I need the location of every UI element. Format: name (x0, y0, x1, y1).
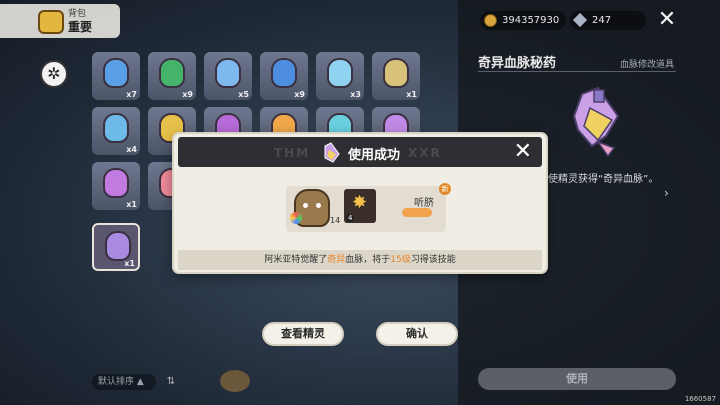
inventory-slot[interactable]: x4 (92, 107, 140, 155)
potion-icon (271, 58, 297, 88)
inventory-slot[interactable]: x7 (92, 52, 140, 100)
skill-level: 4 (346, 214, 355, 222)
category-label: 重要 (68, 20, 93, 34)
message-text: 阿米亚特觉醒了 (264, 255, 328, 265)
message-text: 习得该技能 (410, 255, 456, 265)
pet-card: 14 ✸ 4 听脐 (286, 186, 446, 232)
message-highlight: 奇异 (327, 255, 346, 265)
potion-icon (103, 58, 129, 88)
gem-icon (572, 12, 588, 28)
inventory-slot[interactable]: x1 (372, 52, 420, 100)
item-title: 奇异血脉秘药 (478, 56, 557, 71)
coin-counter: 394357930 (480, 11, 566, 30)
pet-eye (316, 203, 321, 208)
pet-eye (303, 203, 308, 208)
potion-icon (159, 58, 185, 88)
item-count: x9 (182, 90, 193, 99)
skill-type-tag (402, 208, 432, 217)
item-count: x7 (126, 90, 137, 99)
coin-amount: 394357930 (502, 15, 560, 26)
gem-amount: 247 (592, 15, 612, 26)
backpack-icon (38, 10, 64, 34)
potion-icon (103, 113, 129, 143)
chevron-right-icon[interactable]: › (664, 186, 669, 200)
dialog-title: 使用成功 (348, 148, 401, 163)
message-text: 血脉，将于 (345, 255, 391, 265)
inventory-slot[interactable]: x5 (204, 52, 252, 100)
potion-icon (327, 58, 353, 88)
confirm-button[interactable]: 确认 (376, 322, 458, 346)
new-badge: 新 (439, 183, 451, 195)
element-icon (290, 212, 302, 224)
inventory-slot[interactable]: x9 (260, 52, 308, 100)
inventory-slot[interactable]: x1 (92, 162, 140, 210)
sort-order-icon[interactable]: ⇅ (162, 374, 180, 390)
potion-icon (215, 58, 241, 88)
potion-image (572, 86, 620, 158)
item-count: x1 (406, 90, 417, 99)
item-category: 血脉修改道具 (620, 60, 675, 70)
item-count: x3 (350, 90, 361, 99)
potion-icon (105, 231, 131, 261)
potion-icon (324, 142, 340, 163)
item-count: x1 (126, 200, 137, 209)
header-decoration: XXR (408, 146, 442, 160)
burst-icon: ✸ (352, 192, 368, 213)
user-id: 1660587 (684, 395, 716, 403)
divider (478, 71, 676, 72)
item-count: x5 (238, 90, 249, 99)
coin-icon (484, 14, 497, 27)
view-pet-button[interactable]: 查看精灵 (262, 322, 344, 346)
close-icon[interactable]: ✕ (656, 9, 678, 31)
item-count: x4 (126, 145, 137, 154)
close-icon[interactable]: ✕ (514, 140, 532, 164)
pet-icon[interactable] (220, 370, 250, 392)
result-message: 阿米亚特觉醒了奇异血脉，将于15级习得该技能 (178, 250, 542, 270)
item-count: x9 (294, 90, 305, 99)
potion-icon (383, 58, 409, 88)
sort-dropdown[interactable]: 默认排序 ▲ (92, 374, 156, 390)
use-success-dialog: THM XXR 使用成功 ✕ 14 ✸ 4 听脐 新 阿米亚特觉醒了奇异血脉，将… (174, 134, 546, 272)
top-bar: 背包 重要 394357930 247 ✕ (0, 0, 720, 40)
item-description: 使精灵获得“奇异血脉”。 (548, 174, 659, 185)
pet-level: 14 (330, 216, 341, 225)
gem-counter: 247 (570, 11, 646, 30)
use-button[interactable]: 使用 (478, 368, 676, 390)
message-highlight: 15级 (390, 255, 411, 265)
inventory-slot[interactable]: x1 (92, 223, 140, 271)
sort-label: 默认排序 (98, 377, 135, 387)
skill-name: 听脐 (414, 198, 434, 209)
header-decoration: THM (274, 146, 311, 160)
filter-gear-icon[interactable]: ✲ (40, 60, 68, 88)
dialog-header: THM XXR 使用成功 ✕ (178, 137, 542, 167)
item-count: x1 (124, 259, 135, 268)
inventory-slot[interactable]: x3 (316, 52, 364, 100)
inventory-slot[interactable]: x9 (148, 52, 196, 100)
potion-icon (103, 168, 129, 198)
skill-icon[interactable]: ✸ 4 (344, 189, 376, 223)
